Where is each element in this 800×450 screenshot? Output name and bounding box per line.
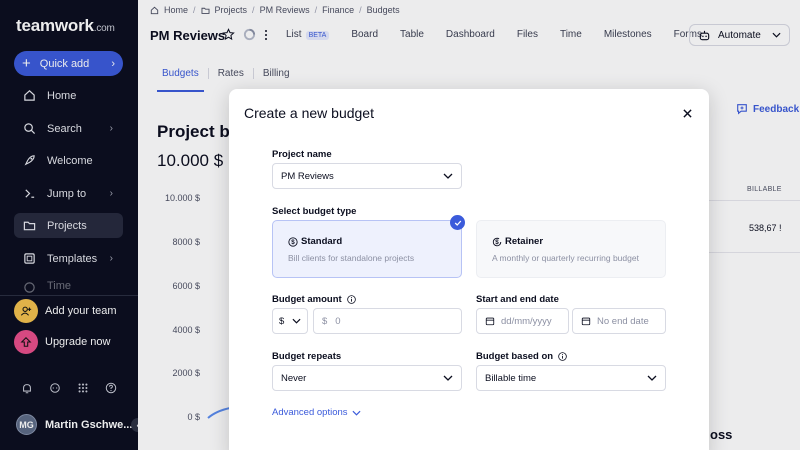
- project-name-select[interactable]: PM Reviews: [272, 163, 462, 189]
- chevron-down-icon: [352, 410, 361, 416]
- chevron-down-icon: [647, 375, 657, 381]
- chevron-down-icon: [443, 375, 453, 381]
- modal-title: Create a new budget: [244, 105, 374, 121]
- budget-repeats-label: Budget repeats: [272, 351, 342, 362]
- create-budget-modal: Create a new budget Project name PM Revi…: [229, 89, 709, 450]
- selected-check-icon: [450, 215, 465, 230]
- close-icon[interactable]: [680, 106, 694, 120]
- dates-label: Start and end date: [476, 294, 559, 305]
- budget-type-label: Select budget type: [272, 206, 357, 217]
- svg-text:$: $: [291, 239, 295, 246]
- dollar-circle-icon: $: [288, 236, 298, 247]
- budget-amount-label: Budget amount: [272, 294, 356, 305]
- chevron-down-icon: [292, 318, 301, 324]
- svg-text:$: $: [495, 239, 499, 246]
- project-name-label: Project name: [272, 149, 332, 160]
- budget-type-retainer[interactable]: $ Retainer A monthly or quarterly recurri…: [476, 220, 666, 278]
- budget-based-on-label: Budget based on: [476, 351, 567, 362]
- info-icon[interactable]: [346, 295, 356, 304]
- start-date-input[interactable]: dd/mm/yyyy: [476, 308, 569, 334]
- budget-amount-input[interactable]: $ 0: [313, 308, 462, 334]
- advanced-options-toggle[interactable]: Advanced options: [272, 407, 361, 418]
- currency-select[interactable]: $: [272, 308, 308, 334]
- budget-repeats-select[interactable]: Never: [272, 365, 462, 391]
- chevron-down-icon: [443, 173, 453, 179]
- end-date-input[interactable]: No end date: [572, 308, 666, 334]
- recurring-dollar-icon: $: [492, 237, 502, 247]
- budget-based-on-select[interactable]: Billable time: [476, 365, 666, 391]
- calendar-icon: [485, 316, 495, 326]
- calendar-icon: [581, 316, 591, 326]
- info-icon[interactable]: [558, 352, 567, 361]
- budget-type-standard[interactable]: $ Standard Bill clients for standalone pr…: [272, 220, 462, 278]
